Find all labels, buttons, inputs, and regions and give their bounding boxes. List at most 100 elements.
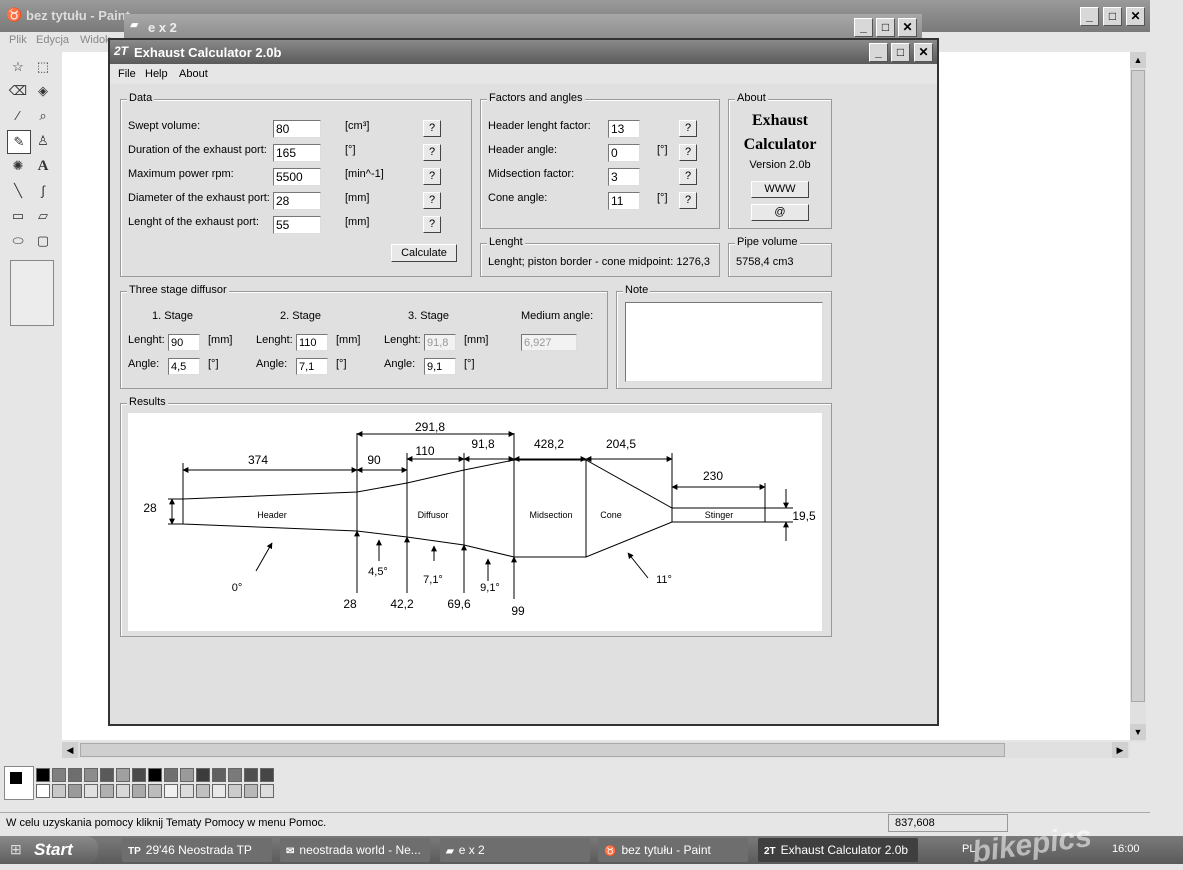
data-field[interactable]: 55 <box>273 216 321 234</box>
paint-maximize-button[interactable]: □ <box>1103 7 1122 26</box>
calculate-button[interactable]: Calculate <box>391 244 457 262</box>
data-field[interactable]: 28 <box>273 192 321 210</box>
note-textarea[interactable] <box>625 302 823 382</box>
palette-color[interactable] <box>68 768 82 782</box>
palette-color[interactable] <box>228 784 242 798</box>
palette-color[interactable] <box>212 768 226 782</box>
factor-help-button[interactable]: ? <box>679 120 697 137</box>
exhaust-close-button[interactable]: ✕ <box>914 43 933 62</box>
palette-color[interactable] <box>52 768 66 782</box>
brush-icon[interactable]: ♙ <box>32 130 54 152</box>
palette-color[interactable] <box>164 784 178 798</box>
text-icon[interactable]: A <box>32 155 54 177</box>
palette-color[interactable] <box>196 784 210 798</box>
taskbar-item[interactable]: ♉ bez tytułu - Paint <box>598 838 748 862</box>
palette-color[interactable] <box>212 784 226 798</box>
exhaust-maximize-button[interactable]: □ <box>891 43 910 62</box>
stage-angle-field[interactable]: 9,1 <box>424 358 456 375</box>
curve-icon[interactable]: ∫ <box>32 180 54 202</box>
data-field[interactable]: 165 <box>273 144 321 162</box>
factor-field[interactable]: 13 <box>608 120 640 138</box>
factor-field[interactable]: 11 <box>608 192 640 210</box>
palette-color[interactable] <box>164 768 178 782</box>
palette-color[interactable] <box>52 784 66 798</box>
factor-help-button[interactable]: ? <box>679 144 697 161</box>
fill-icon[interactable]: ◈ <box>32 80 54 102</box>
rectangle-icon[interactable]: ▭ <box>7 205 29 227</box>
vscroll-thumb[interactable] <box>1131 70 1145 702</box>
taskbar-item[interactable]: ✉ neostrada world - Ne... <box>280 838 430 862</box>
data-help-button[interactable]: ? <box>423 144 441 161</box>
hscroll-thumb[interactable] <box>80 743 1005 757</box>
scroll-left-icon[interactable]: ◀ <box>62 742 78 758</box>
scroll-down-icon[interactable]: ▼ <box>1130 724 1146 740</box>
explorer-minimize-button[interactable]: _ <box>854 18 873 37</box>
rounded-rect-icon[interactable]: ▢ <box>32 230 54 252</box>
palette-color[interactable] <box>84 784 98 798</box>
palette-color[interactable] <box>180 768 194 782</box>
factor-help-button[interactable]: ? <box>679 192 697 209</box>
palette-color[interactable] <box>100 784 114 798</box>
factor-field[interactable]: 3 <box>608 168 640 186</box>
palette-color[interactable] <box>84 768 98 782</box>
paint-hscrollbar[interactable]: ◀ ▶ <box>62 742 1130 758</box>
palette-color[interactable] <box>132 768 146 782</box>
line-icon[interactable]: ╲ <box>7 180 29 202</box>
scroll-up-icon[interactable]: ▲ <box>1130 52 1146 68</box>
factor-help-button[interactable]: ? <box>679 168 697 185</box>
palette-color[interactable] <box>148 784 162 798</box>
palette-color[interactable] <box>68 784 82 798</box>
palette-color[interactable] <box>100 768 114 782</box>
explorer-close-button[interactable]: ✕ <box>898 18 917 37</box>
paint-menu-file[interactable]: Plik <box>9 34 27 46</box>
factor-field[interactable]: 0 <box>608 144 640 162</box>
palette-color[interactable] <box>244 768 258 782</box>
menu-file[interactable]: File <box>118 68 136 80</box>
email-button[interactable]: @ <box>751 204 809 221</box>
taskbar-item[interactable]: TP 29'46 Neostrada TP <box>122 838 272 862</box>
pencil-icon[interactable]: ✎ <box>7 130 31 154</box>
palette-color[interactable] <box>228 768 242 782</box>
rect-select-icon[interactable]: ⬚ <box>32 56 54 78</box>
paint-close-button[interactable]: ✕ <box>1126 7 1145 26</box>
taskbar-item[interactable]: 2T Exhaust Calculator 2.0b <box>758 838 918 862</box>
stage-lenght-field[interactable]: 110 <box>296 334 328 351</box>
explorer-maximize-button[interactable]: □ <box>876 18 895 37</box>
start-button[interactable]: ⊞ Start <box>0 836 98 864</box>
palette-color[interactable] <box>260 784 274 798</box>
palette-color[interactable] <box>244 784 258 798</box>
menu-about[interactable]: About <box>179 68 208 80</box>
palette-color[interactable] <box>260 768 274 782</box>
palette-color[interactable] <box>36 768 50 782</box>
palette-color[interactable] <box>196 768 210 782</box>
scroll-right-icon[interactable]: ▶ <box>1112 742 1128 758</box>
current-colors[interactable] <box>4 766 34 800</box>
paint-minimize-button[interactable]: _ <box>1080 7 1099 26</box>
data-field[interactable]: 5500 <box>273 168 321 186</box>
stage-angle-field[interactable]: 4,5 <box>168 358 200 375</box>
airbrush-icon[interactable]: ✺ <box>7 155 29 177</box>
polygon-icon[interactable]: ▱ <box>32 205 54 227</box>
palette-color[interactable] <box>36 784 50 798</box>
stage-lenght-field[interactable]: 90 <box>168 334 200 351</box>
paint-menu-edit[interactable]: Edycja <box>36 34 69 46</box>
data-help-button[interactable]: ? <box>423 168 441 185</box>
exhaust-minimize-button[interactable]: _ <box>869 43 888 62</box>
www-button[interactable]: WWW <box>751 181 809 198</box>
data-help-button[interactable]: ? <box>423 120 441 137</box>
data-help-button[interactable]: ? <box>423 216 441 233</box>
data-help-button[interactable]: ? <box>423 192 441 209</box>
paint-vscrollbar[interactable]: ▲ ▼ <box>1130 52 1146 742</box>
menu-help[interactable]: Help <box>145 68 168 80</box>
paint-menu-view[interactable]: Widok <box>80 34 111 46</box>
taskbar-item[interactable]: ▰ e x 2 <box>440 838 590 862</box>
picker-icon[interactable]: ⁄ <box>7 105 29 127</box>
magnifier-icon[interactable]: ⌕ <box>32 105 54 127</box>
free-select-icon[interactable]: ☆ <box>7 56 29 78</box>
palette-color[interactable] <box>180 784 194 798</box>
palette-color[interactable] <box>132 784 146 798</box>
data-field[interactable]: 80 <box>273 120 321 138</box>
tool-options-box[interactable] <box>10 260 54 326</box>
palette-color[interactable] <box>116 768 130 782</box>
stage-angle-field[interactable]: 7,1 <box>296 358 328 375</box>
